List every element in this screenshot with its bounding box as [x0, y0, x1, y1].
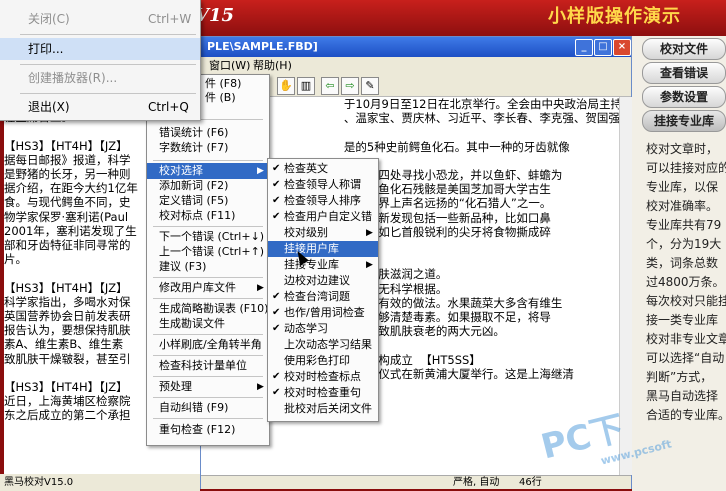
- menu-separator: [153, 397, 263, 398]
- submenu-item-last-learning-result[interactable]: 上次动态学习结果: [268, 337, 378, 353]
- check-icon: ✔: [272, 195, 281, 206]
- check-icon: ✔: [272, 163, 281, 174]
- menu-separator: [153, 298, 263, 299]
- menu-item-proof-options[interactable]: 校对选择 ▶: [147, 163, 269, 179]
- menu-item-auto-correct[interactable]: 自动纠错 (F9): [147, 400, 269, 416]
- status-bar: 严格, 自动 46行: [201, 475, 631, 489]
- menu-separator: [20, 34, 196, 35]
- file-menu: 关闭(C) Ctrl+W 打印... 创建播放器(R)... 退出(X) Ctrl+…: [0, 0, 201, 121]
- submenu-item-check-punctuation[interactable]: ✔ 校对时检查标点: [268, 369, 378, 385]
- menu-separator: [153, 334, 263, 335]
- menu-item-check-units[interactable]: 检查科技计量单位: [147, 358, 269, 374]
- menu-item-next-error[interactable]: 下一个错误 (Ctrl+↓): [147, 229, 269, 245]
- menu-separator: [153, 376, 263, 377]
- submenu-item-attach-user-library[interactable]: 挂接用户库: [268, 241, 378, 257]
- submenu-item-user-defined-errors[interactable]: ✔ 检查用户自定义错: [268, 209, 378, 225]
- submenu-item-suggest-while-proofing[interactable]: 边校对边建议: [268, 273, 378, 289]
- hand-icon[interactable]: ✋: [277, 77, 295, 95]
- check-icon: ✔: [272, 387, 281, 398]
- menu-item-word-count[interactable]: 字数统计 (F7): [147, 140, 269, 156]
- submenu-item-check-english[interactable]: ✔ 检查英文: [268, 161, 378, 177]
- outer-status-bar: 黑马校对V15.0: [0, 474, 200, 491]
- delete-icon[interactable]: ▥: [297, 77, 315, 95]
- submenu-item-leader-order[interactable]: ✔ 检查领导人排序: [268, 193, 378, 209]
- menu-help[interactable]: 帮助(H): [253, 57, 292, 74]
- submenu-arrow-icon: ▶: [257, 382, 264, 392]
- menu-item-exit[interactable]: 退出(X) Ctrl+Q: [0, 96, 200, 118]
- demo-title: 小样版操作演示: [548, 6, 681, 27]
- menu-separator: [20, 93, 196, 94]
- product-version: 黑马校对V15.0: [4, 477, 74, 488]
- status-line-count: 46行: [519, 477, 542, 488]
- check-icon: ✔: [272, 291, 281, 302]
- close-icon[interactable]: ×: [613, 39, 631, 56]
- submenu-item-proof-level[interactable]: 校对级别 ▶: [268, 225, 378, 241]
- submenu-arrow-icon: ▶: [257, 283, 264, 293]
- menu-item-prev-error[interactable]: 上一个错误 (Ctrl+↑): [147, 244, 269, 260]
- menu-item-fullwidth-convert[interactable]: 小样刷底/全角转半角: [147, 337, 269, 353]
- back-arrow-icon[interactable]: ⇦: [321, 77, 339, 95]
- submenu-item-check-repeat[interactable]: ✔ 校对时检查重句: [268, 385, 378, 401]
- menu-window[interactable]: 窗口(W): [209, 57, 250, 74]
- menu-separator: [153, 160, 263, 161]
- menu-separator: [153, 355, 263, 356]
- submenu-item-aka-check[interactable]: ✔ 也作/曾用词检查: [268, 305, 378, 321]
- submenu-item-color-print[interactable]: 使用彩色打印: [268, 353, 378, 369]
- menu-item-brief-errata[interactable]: 生成简略勘误表 (F10): [147, 301, 269, 317]
- submenu-item-dynamic-learning[interactable]: ✔ 动态学习: [268, 321, 378, 337]
- parameter-settings-button[interactable]: 参数设置: [642, 86, 726, 108]
- menu-item-errata-file[interactable]: 生成勘误文件: [147, 316, 269, 332]
- check-icon: ✔: [272, 307, 281, 318]
- menu-item-print[interactable]: 打印...: [0, 38, 200, 60]
- submenu-item-close-after-batch[interactable]: 批校对后关闭文件: [268, 401, 378, 417]
- proof-options-submenu: ✔ 检查英文 ✔ 检查领导人称谓 ✔ 检查领导人排序 ✔ 检查用户自定义错 校对级别 ▶ …: [267, 158, 379, 422]
- submenu-item-taiwan-terms[interactable]: ✔ 检查台湾词题: [268, 289, 378, 305]
- submenu-item-attach-pro-library[interactable]: 挂接专业库 ▶: [268, 257, 378, 273]
- menu-item-repeat-sentence[interactable]: 重句检查 (F12): [147, 422, 269, 438]
- proof-file-button[interactable]: 校对文件: [642, 38, 726, 60]
- forward-arrow-icon[interactable]: ⇨: [341, 77, 359, 95]
- maximize-icon[interactable]: □: [594, 39, 612, 56]
- status-mode: 严格, 自动: [453, 477, 500, 488]
- check-icon: ✔: [272, 371, 281, 382]
- menu-separator: [153, 226, 263, 227]
- pen-icon[interactable]: ✎: [361, 77, 379, 95]
- check-icon: ✔: [272, 323, 281, 334]
- window-titlebar: PLE\SAMPLE.FBD] _ □ ×: [201, 37, 631, 57]
- menu-item-proof-punctuation[interactable]: 校对标点 (F11): [147, 208, 269, 224]
- window-title: PLE\SAMPLE.FBD]: [207, 40, 318, 53]
- attach-professional-library-button[interactable]: 挂接专业库: [642, 110, 726, 132]
- menu-separator: [20, 64, 196, 65]
- view-errors-button[interactable]: 查看错误: [642, 62, 726, 84]
- submenu-arrow-icon: ▶: [257, 166, 264, 176]
- menu-item-define-error-word[interactable]: 定义错词 (F5): [147, 193, 269, 209]
- submenu-arrow-icon: ▶: [366, 260, 373, 270]
- menu-item-error-stats[interactable]: 错误统计 (F6): [147, 125, 269, 141]
- help-description: 校对文章时， 可以挂接对应的 专业库，以保 校对准确率。 专业库共有79 个，分…: [646, 142, 726, 422]
- submenu-arrow-icon: ▶: [366, 228, 373, 238]
- menu-separator: [153, 277, 263, 278]
- menu-item-preprocess[interactable]: 预处理 ▶: [147, 379, 269, 395]
- menu-item-add-word[interactable]: 添加新词 (F2): [147, 178, 269, 194]
- submenu-item-leader-titles[interactable]: ✔ 检查领导人称谓: [268, 177, 378, 193]
- menu-item-close[interactable]: 关闭(C) Ctrl+W: [0, 8, 200, 30]
- check-icon: ✔: [272, 211, 281, 222]
- proof-menu: 件 (F8) 件 (B) 错误统计 (F6) 字数统计 (F7) 校对选择 ▶ 添…: [146, 74, 270, 446]
- menu-item-edit-user-library[interactable]: 修改用户库文件 ▶: [147, 280, 269, 296]
- menu-item-suggest[interactable]: 建议 (F3): [147, 259, 269, 275]
- menu-item-create-player[interactable]: 创建播放器(R)...: [0, 67, 200, 89]
- menu-separator: [153, 418, 263, 419]
- minimize-icon[interactable]: _: [575, 39, 593, 56]
- menubar: 窗口(W) 帮助(H): [201, 57, 631, 74]
- check-icon: ✔: [272, 179, 281, 190]
